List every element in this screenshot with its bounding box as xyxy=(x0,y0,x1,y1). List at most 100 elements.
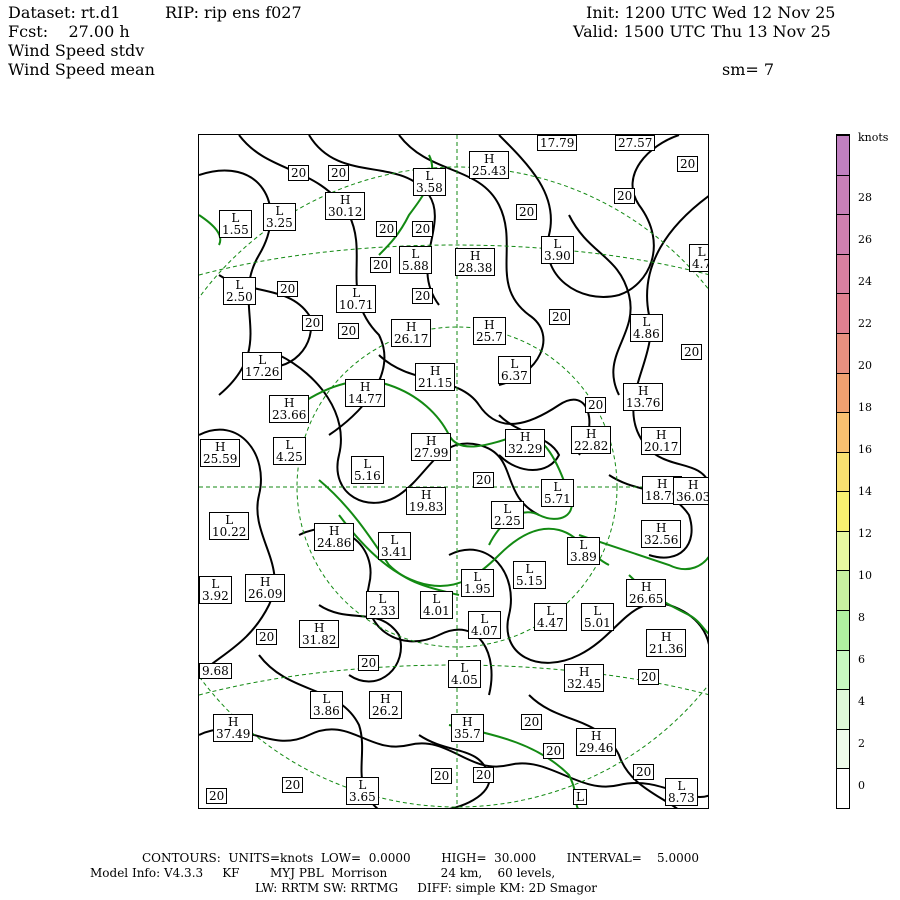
extrema-label: L 5.71 xyxy=(541,479,574,507)
extrema-label: L 4.01 xyxy=(420,591,453,619)
extrema-label: 20 xyxy=(585,397,607,413)
extrema-label: 27.57 xyxy=(615,135,656,151)
extrema-label: H 25.59 xyxy=(200,439,241,467)
extrema-label: H 25.7 xyxy=(473,317,506,345)
extrema-label: L 1.55 xyxy=(219,210,252,238)
extrema-label: H 21.36 xyxy=(646,629,687,657)
extrema-label: 20 xyxy=(521,714,543,730)
extrema-label: H 36.03 xyxy=(673,477,708,505)
contours-info: CONTOURS: UNITS=knots LOW= 0.0000 HIGH= … xyxy=(142,851,700,865)
colorbar-tick-label: 6 xyxy=(858,653,865,666)
extrema-label: 20 xyxy=(543,743,565,759)
extrema-label: 20 xyxy=(358,655,380,671)
colorbar-segment xyxy=(837,570,849,611)
colorbar-tick-label: 26 xyxy=(858,233,872,246)
extrema-label: L 3.89 xyxy=(567,537,600,565)
extrema-label: H 32.29 xyxy=(505,429,546,457)
extrema-label: L 4.07 xyxy=(468,611,501,639)
extrema-label: L 4.25 xyxy=(273,437,306,465)
extrema-label: H 26.65 xyxy=(626,579,667,607)
extrema-label: L 4.86 xyxy=(630,314,663,342)
colorbar-tick-label: 0 xyxy=(858,779,865,792)
extrema-label: 20 xyxy=(288,165,310,181)
colorbar-tick-label: 12 xyxy=(858,527,872,540)
colorbar-segment xyxy=(837,530,849,571)
extrema-label: H 32.56 xyxy=(641,520,682,548)
colorbar-segment xyxy=(837,135,849,175)
extrema-label: L 5.88 xyxy=(399,246,432,274)
extrema-label: H 13.76 xyxy=(623,383,664,411)
extrema-label: 20 xyxy=(376,221,398,237)
rip-label: RIP: rip ens f027 xyxy=(165,3,302,22)
extrema-label: 20 xyxy=(473,472,495,488)
extrema-label: 20 xyxy=(412,288,434,304)
contour-lines xyxy=(199,135,708,808)
extrema-label: 20 xyxy=(431,768,453,784)
extrema-label: 20 xyxy=(638,669,660,685)
colorbar-segment xyxy=(837,689,849,729)
colorbar-segment xyxy=(837,412,849,452)
extrema-label: L 3.65 xyxy=(346,777,379,805)
extrema-label: H 29.46 xyxy=(576,728,617,756)
extrema-label: H 30.12 xyxy=(325,192,366,220)
extrema-label: L 4.05 xyxy=(448,660,481,688)
extrema-label: H 22.82 xyxy=(571,426,612,454)
extrema-label: L xyxy=(573,789,587,805)
init-time-label: Init: 1200 UTC Wed 12 Nov 25 xyxy=(586,3,836,22)
extrema-label: 20 xyxy=(681,344,703,360)
extrema-label: 20 xyxy=(302,315,324,331)
extrema-label: L 2.25 xyxy=(491,501,524,529)
forecast-hour-label: Fcst: 27.00 h xyxy=(8,22,130,41)
colorbar-segment xyxy=(837,372,849,413)
extrema-label: 20 xyxy=(549,309,571,325)
extrema-label: L 3.25 xyxy=(263,203,296,231)
extrema-label: H 27.99 xyxy=(411,433,452,461)
extrema-label: 20 xyxy=(256,629,278,645)
colorbar-tick-label: 2 xyxy=(858,737,865,750)
extrema-label: L 10.22 xyxy=(209,512,250,540)
colorbar xyxy=(836,134,850,809)
colorbar-tick-label: 22 xyxy=(858,317,872,330)
colorbar-tick-label: 16 xyxy=(858,443,872,456)
extrema-label: H 21.15 xyxy=(415,363,456,391)
colorbar-tick-label: 24 xyxy=(858,275,872,288)
extrema-label: 17.79 xyxy=(537,135,578,151)
colorbar-tick-label: 18 xyxy=(858,401,872,414)
extrema-label: H 26.2 xyxy=(369,691,402,719)
smoothing-label: sm= 7 xyxy=(722,60,775,79)
wind-speed-map: L 1.55 L 3.25 20 20 H 30.12 L 3.58 H 25.43 17.7… xyxy=(198,134,709,809)
extrema-label: H 26.17 xyxy=(391,319,432,347)
extrema-label: 20 xyxy=(206,788,228,804)
extrema-label: 20 xyxy=(370,257,392,273)
extrema-label: L 6.37 xyxy=(498,356,531,384)
extrema-label: 20 xyxy=(473,767,495,783)
colorbar-segment xyxy=(837,451,849,492)
extrema-label: L 3.86 xyxy=(310,691,343,719)
extrema-label: L 2.33 xyxy=(366,591,399,619)
colorbar-segment xyxy=(837,293,849,333)
extrema-label: 20 xyxy=(633,764,655,780)
colorbar-segment xyxy=(837,768,849,808)
extrema-label: L 4.47 xyxy=(534,603,567,631)
extrema-label: H 37.49 xyxy=(213,714,254,742)
colorbar-units: knots xyxy=(858,131,889,144)
extrema-label: H 25.43 xyxy=(469,151,510,179)
extrema-label: L 17.26 xyxy=(242,352,283,380)
extrema-label: L 1.95 xyxy=(461,569,494,597)
extrema-label: L 4.7 xyxy=(689,244,708,272)
colorbar-segment xyxy=(837,610,849,650)
extrema-label: L 5.15 xyxy=(513,561,546,589)
dataset-label: Dataset: rt.d1 xyxy=(8,3,121,22)
extrema-label: H 19.83 xyxy=(406,487,447,515)
contour-plot xyxy=(199,135,708,808)
colorbar-segment xyxy=(837,491,849,531)
extrema-label: H 23.66 xyxy=(269,395,310,423)
valid-time-label: Valid: 1500 UTC Thu 13 Nov 25 xyxy=(573,22,831,41)
extrema-label: L 3.92 xyxy=(199,576,232,604)
extrema-label: 20 xyxy=(338,323,360,339)
extrema-label: 20 xyxy=(516,204,538,220)
extrema-label: 9.68 xyxy=(199,663,232,679)
extrema-label: 20 xyxy=(677,156,699,172)
physics-info: LW: RRTM SW: RRTMG DIFF: simple KM: 2D S… xyxy=(255,881,598,895)
extrema-label: H 20.17 xyxy=(641,427,682,455)
